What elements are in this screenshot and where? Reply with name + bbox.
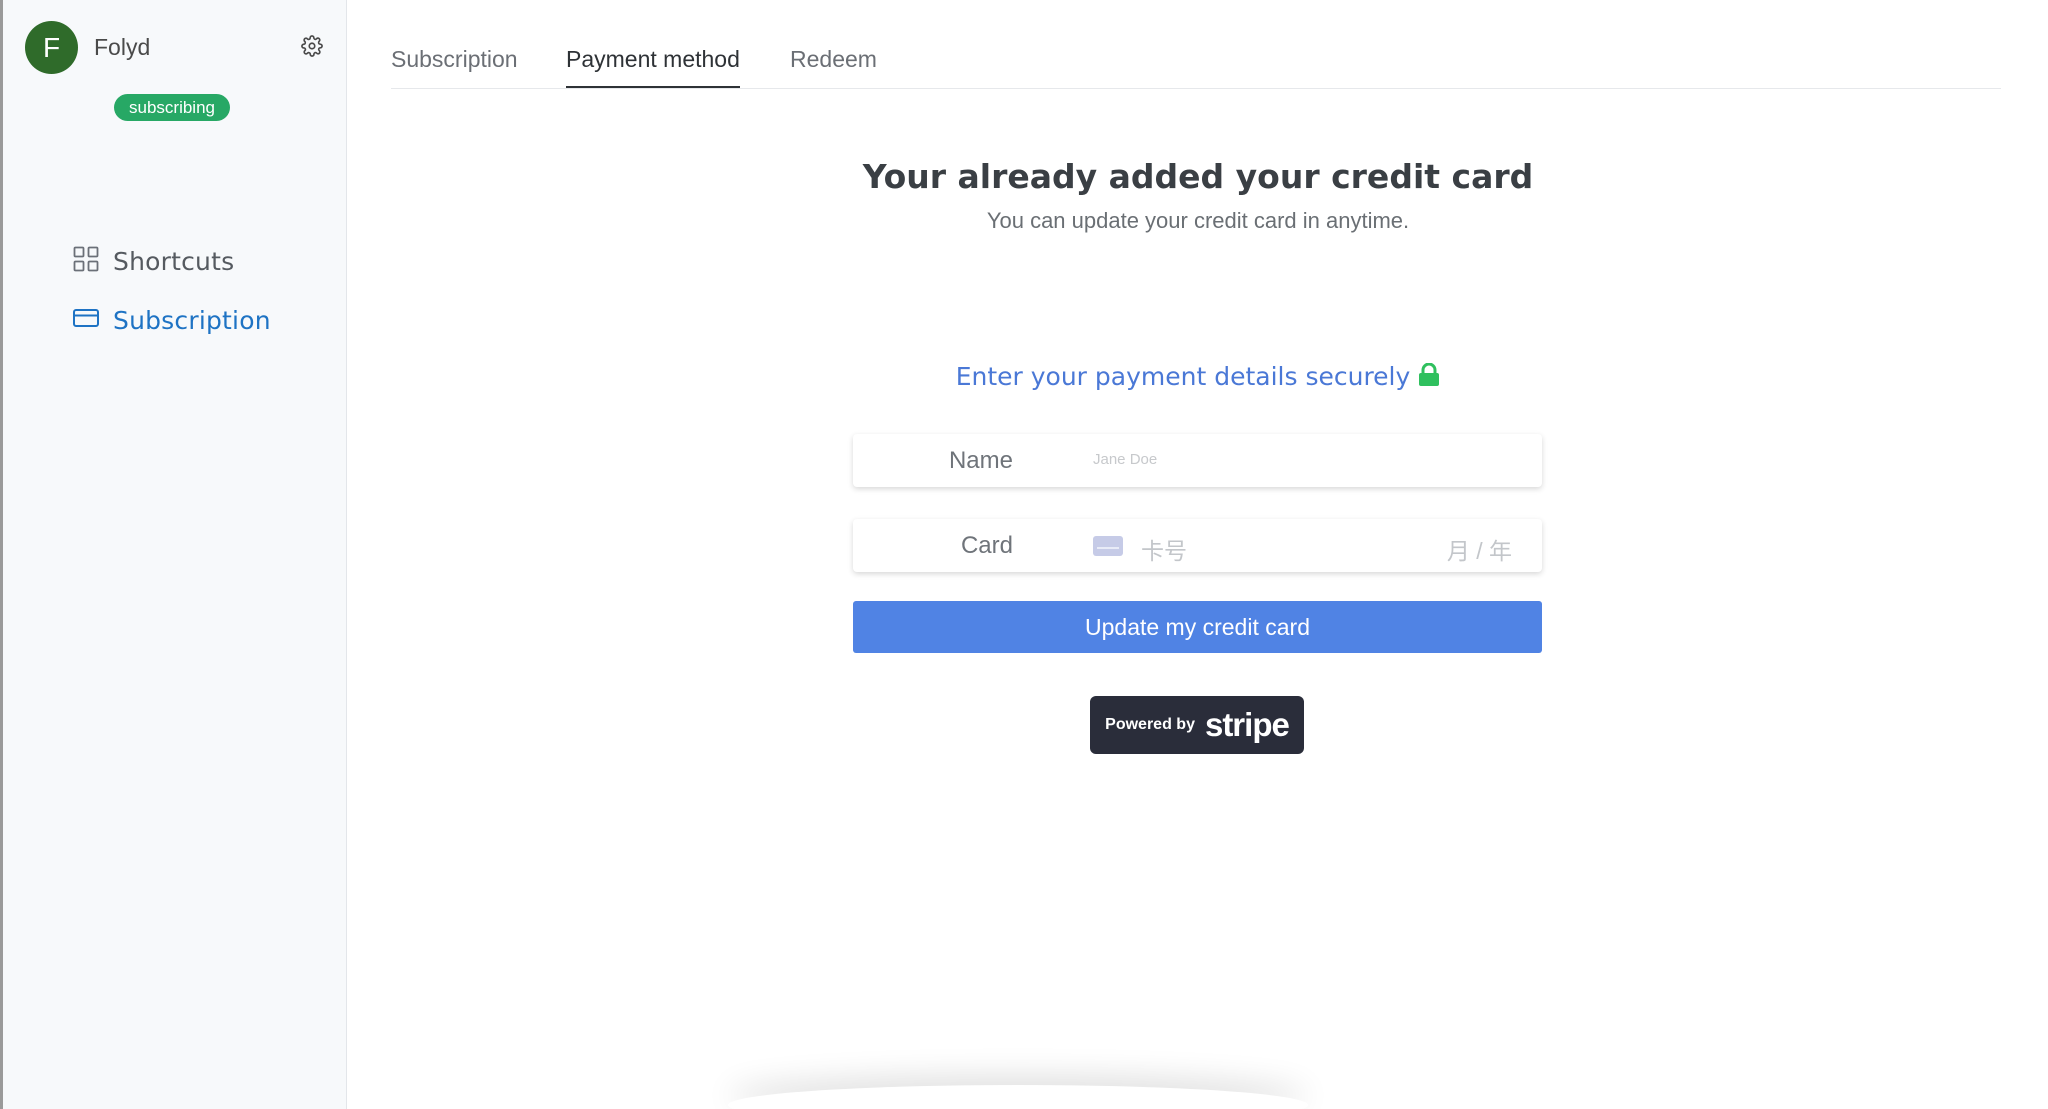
card-number-input[interactable]: 卡号 [1141,532,1187,566]
page-title: Your already added your credit card [862,157,1534,196]
tab-payment-method[interactable]: Payment method [566,46,740,73]
username: Folyd [94,34,151,60]
tab-subscription[interactable]: Subscription [391,46,518,73]
update-card-button[interactable]: Update my credit card [853,601,1542,653]
stripe-logo: stripe [1204,706,1290,743]
bottom-shadow [728,1085,1308,1109]
profile: F Folyd [25,21,150,74]
sidebar-item-label: Subscription [113,306,271,335]
tab-bar: Subscription Payment method Redeem [391,0,2001,89]
credit-card-icon [73,308,99,333]
tab-redeem[interactable]: Redeem [790,46,877,73]
powered-by-stripe-badge[interactable]: Powered by stripe [1090,696,1304,754]
name-input-placeholder[interactable]: Jane Doe [1093,451,1157,468]
card-expiry-input[interactable]: 月 / 年 [1447,532,1512,566]
sidebar: F Folyd subscribing Shortcuts Subscripti… [3,0,347,1109]
status-badge: subscribing [114,94,230,121]
page-subtitle: You can update your credit card in anyti… [986,208,1410,233]
lock-icon [1418,362,1440,393]
main-content: Subscription Payment method Redeem Your … [348,0,2048,1109]
sidebar-item-label: Shortcuts [113,247,235,276]
stripe-powered-text: Powered by [1105,716,1195,733]
active-tab-indicator [566,86,740,88]
grid-icon [73,246,99,277]
gear-icon[interactable] [301,35,323,57]
sidebar-item-shortcuts[interactable]: Shortcuts [73,246,234,277]
secure-payment-title: Enter your payment details securely [348,362,2048,393]
card-label: Card [960,532,1013,559]
secure-title-text: Enter your payment details securely [955,362,1411,391]
name-label: Name [948,447,1013,474]
sidebar-item-subscription[interactable]: Subscription [73,306,271,335]
name-field[interactable]: Name Jane Doe [853,434,1542,487]
card-field[interactable]: Card 卡号 月 / 年 [853,519,1542,572]
avatar[interactable]: F [25,21,78,74]
card-brand-icon [1093,536,1123,556]
app-window: F Folyd subscribing Shortcuts Subscripti… [0,0,2048,1109]
